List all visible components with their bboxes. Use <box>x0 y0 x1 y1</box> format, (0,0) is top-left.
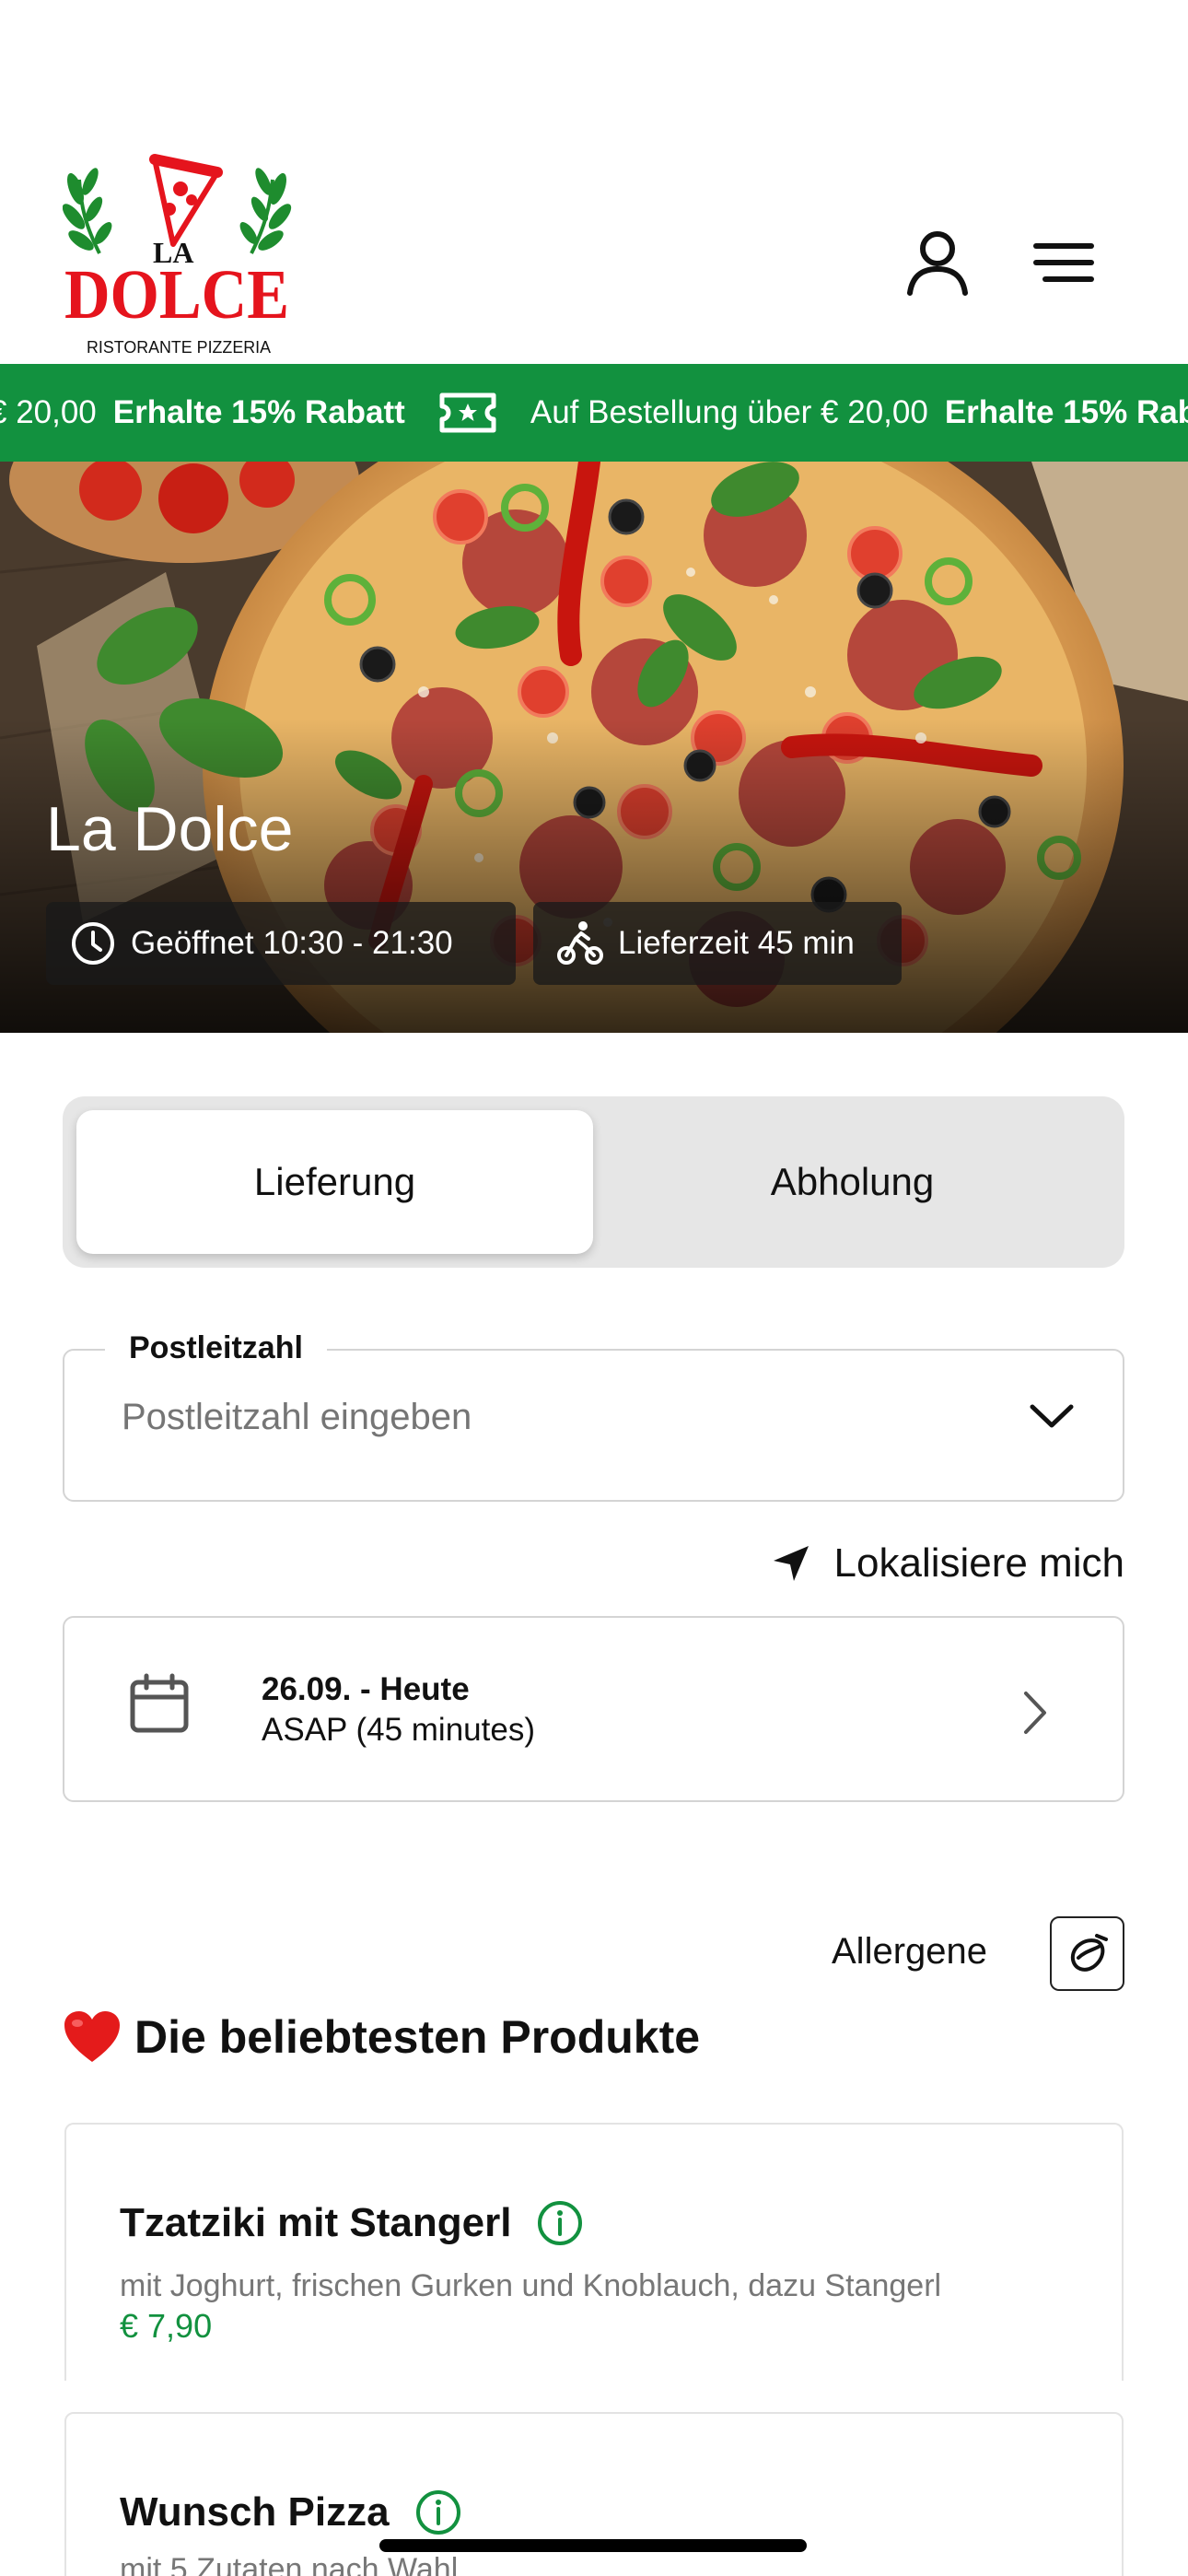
promo-item: Auf Bestellung über € 20,00 Erhalte 15% … <box>530 394 1188 431</box>
product-description: mit Joghurt, frischen Gurken und Knoblau… <box>120 2268 942 2303</box>
delivery-time-badge: Lieferzeit 45 min <box>533 902 902 985</box>
product-name: Tzatziki mit Stangerl <box>120 2200 512 2245</box>
product-name-row: Wunsch Pizza <box>120 2489 461 2535</box>
selected-time: ASAP (45 minutes) <box>262 1712 535 1748</box>
popular-products-title: Die beliebtesten Produkte <box>63 2010 700 2064</box>
delivery-time-text: Lieferzeit 45 min <box>618 925 855 961</box>
locate-me-button[interactable]: Lokalisiere mich <box>772 1540 1124 1587</box>
restaurant-name: La Dolce <box>46 794 294 864</box>
location-arrow-icon <box>773 1546 809 1581</box>
chevron-right-icon <box>1024 1692 1046 1734</box>
delivery-time-selector[interactable]: 26.09. - Heute ASAP (45 minutes) <box>63 1616 1124 1802</box>
postal-code-label: Postleitzahl <box>105 1330 327 1366</box>
hamburger-menu-icon <box>1033 243 1094 282</box>
popular-products-heading: Die beliebtesten Produkte <box>134 2011 701 2063</box>
bike-courier-icon <box>557 921 603 965</box>
person-icon <box>907 231 968 296</box>
promo-bold-text: Erhalte 15% Rabatt <box>112 394 405 430</box>
info-icon[interactable] <box>537 2200 583 2246</box>
locate-me-label: Lokalisiere mich <box>833 1540 1124 1586</box>
selected-date: 26.09. - Heute <box>262 1671 470 1707</box>
clock-icon <box>72 922 114 965</box>
allergen-nut-icon <box>1070 1933 1108 1972</box>
hero-banner: La Dolce Geöffnet 10:30 - 21:30 Lieferze… <box>0 462 1188 1033</box>
opening-hours-text: Geöffnet 10:30 - 21:30 <box>131 925 453 961</box>
menu-button[interactable] <box>1022 221 1105 304</box>
opening-hours-badge: Geöffnet 10:30 - 21:30 <box>46 902 516 985</box>
info-icon[interactable] <box>415 2489 461 2535</box>
chevron-down-icon[interactable] <box>1029 1402 1075 1430</box>
product-name: Wunsch Pizza <box>120 2489 390 2535</box>
product-price: € 7,90 <box>120 2307 213 2345</box>
tab-pickup[interactable]: Abholung <box>594 1110 1111 1254</box>
account-button[interactable] <box>896 221 979 304</box>
promo-text: € 20,00 <box>0 394 97 430</box>
logo-subtitle-text: RISTORANTE PIZZERIA <box>87 338 271 357</box>
restaurant-logo[interactable]: LA DOLCE RISTORANTE PIZZERIA <box>62 152 293 364</box>
heart-icon <box>64 2011 120 2062</box>
calendar-icon <box>130 1673 189 1733</box>
app-header: LA DOLCE RISTORANTE PIZZERIA <box>0 0 1188 364</box>
promo-bold-text: Erhalte 15% Rabatt <box>944 394 1188 430</box>
logo-dolce-text: DOLCE <box>64 256 289 334</box>
coupon-ticket-icon <box>439 392 496 433</box>
order-mode-toggle: Lieferung Abholung <box>63 1096 1124 1268</box>
product-card[interactable]: Tzatziki mit Stangerl mit Joghurt, frisc… <box>64 2123 1124 2381</box>
product-name-row: Tzatziki mit Stangerl <box>120 2200 583 2246</box>
tab-delivery[interactable]: Lieferung <box>76 1110 593 1254</box>
promo-banner[interactable]: € 20,00 Erhalte 15% Rabatt Auf Bestellun… <box>0 364 1188 462</box>
product-description: mit 5 Zutaten nach Wahl <box>120 2552 459 2576</box>
postal-code-field[interactable]: Postleitzahl <box>63 1330 1124 1502</box>
allergens-label: Allergene <box>832 1931 988 1972</box>
postal-code-input[interactable] <box>122 1397 950 1438</box>
allergens-button[interactable] <box>1050 1916 1124 1991</box>
home-indicator[interactable] <box>379 2539 807 2552</box>
promo-item: € 20,00 Erhalte 15% Rabatt <box>0 390 530 436</box>
promo-text: Auf Bestellung über € 20,00 <box>530 394 928 430</box>
